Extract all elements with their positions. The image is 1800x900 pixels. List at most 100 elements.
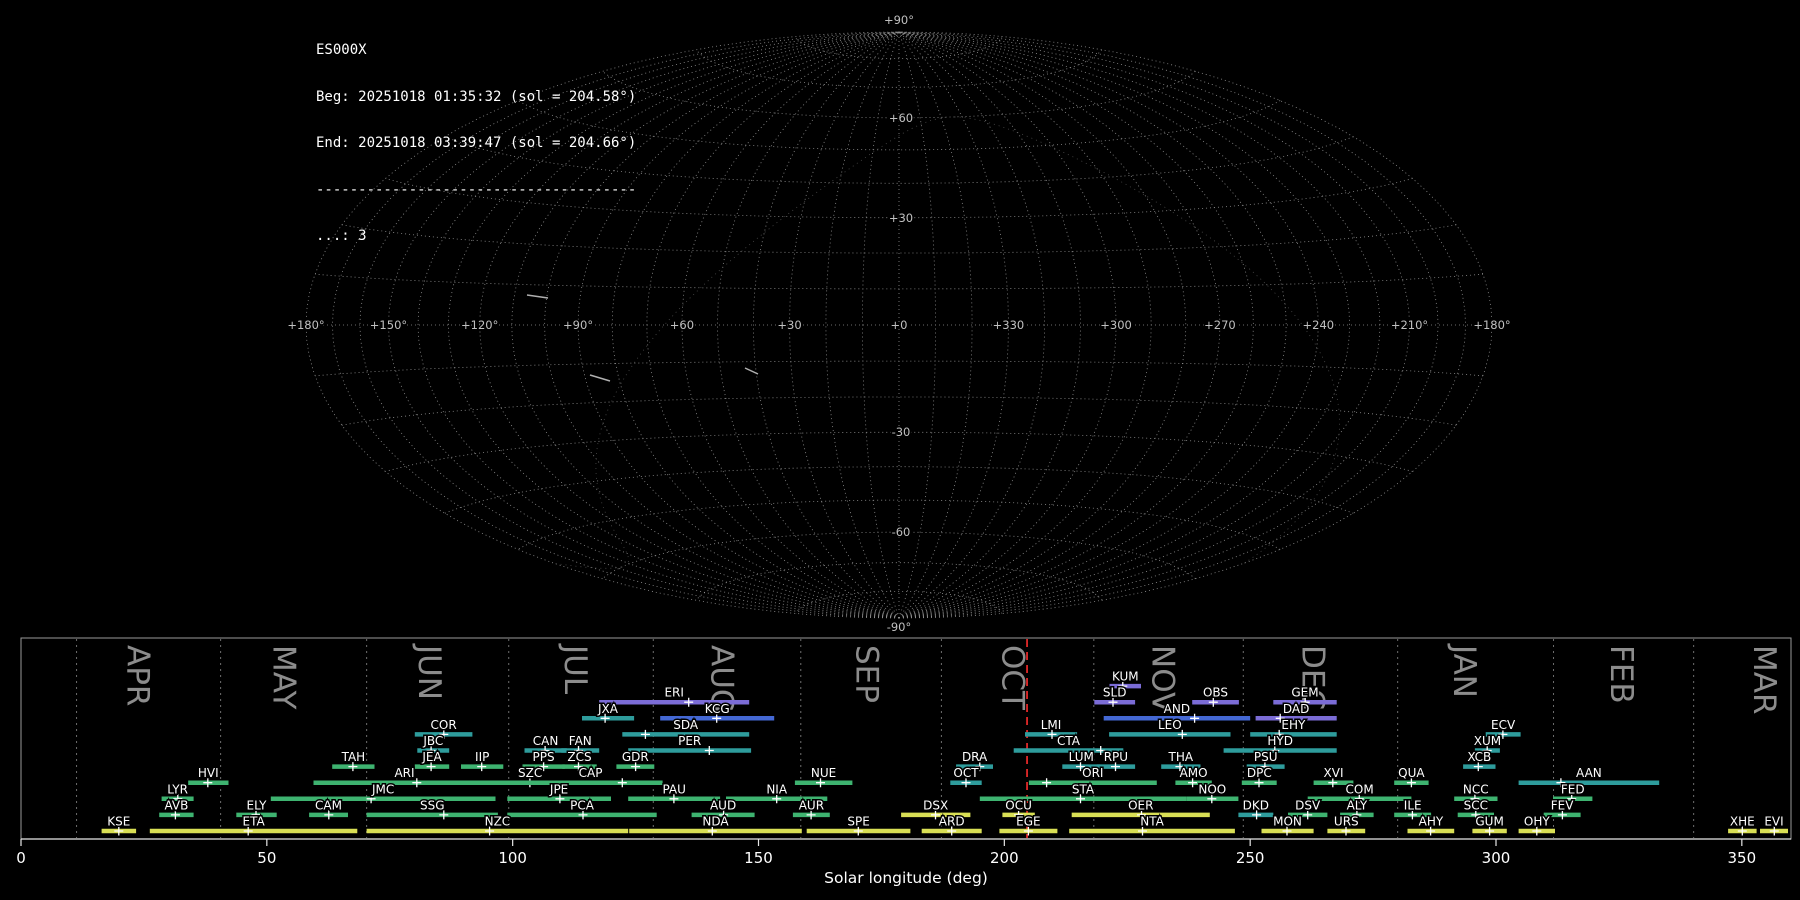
lon-label: +150°	[370, 318, 407, 332]
shower-label: THA	[1168, 750, 1194, 764]
shower-label: NDA	[702, 815, 729, 829]
separator-line: --------------------------------------	[316, 181, 637, 198]
shower-label: EHY	[1281, 718, 1306, 732]
end-time-line: End: 20251018 03:39:47 (sol = 204.66°)	[316, 135, 637, 151]
shower-label: JMC	[371, 782, 394, 796]
lon-label: +270	[1204, 318, 1236, 332]
shower-label: FEV	[1551, 798, 1574, 812]
grid-meridian	[898, 31, 1254, 619]
galactic-plane-line	[553, 116, 1341, 569]
shower-label: NOO	[1198, 782, 1226, 796]
shower-label: SDA	[673, 718, 699, 732]
shower-label: PPS	[533, 750, 555, 764]
shower-label: SSG	[420, 798, 445, 812]
axis-tick-label: 0	[16, 849, 26, 867]
month-label: FEB	[1603, 645, 1639, 704]
lon-label: +300	[1100, 318, 1132, 332]
shower-label: HVI	[198, 766, 219, 780]
lon-label: +180°	[287, 318, 324, 332]
shower-label: LEO	[1158, 718, 1182, 732]
axis-tick-label: 200	[990, 849, 1019, 867]
shower-label: AHY	[1419, 815, 1444, 829]
shower-label: LYR	[167, 782, 188, 796]
lon-label: +330	[993, 318, 1025, 332]
shower-peak-marker	[684, 697, 694, 707]
shower-label: KCG	[705, 702, 730, 716]
shower-label: LUM	[1069, 750, 1094, 764]
shower-label: AVB	[164, 798, 188, 812]
shower-label: ECV	[1491, 718, 1516, 732]
shower-label: FED	[1561, 782, 1585, 796]
shower-label: HYD	[1267, 734, 1293, 748]
shower-label: EVI	[1764, 815, 1783, 829]
shower-label: ELY	[246, 798, 267, 812]
lat-label: -30	[892, 425, 911, 439]
shower-label: PCA	[570, 798, 595, 812]
lon-label: +240	[1303, 318, 1335, 332]
pole-label-south: -90°	[887, 620, 912, 634]
shower-label: CAN	[533, 734, 559, 748]
shower-label: ERI	[664, 686, 683, 700]
shower-label: AAN	[1576, 766, 1602, 780]
shower-label: MON	[1273, 815, 1302, 829]
shower-label: CTA	[1057, 734, 1081, 748]
shower-label: ALY	[1347, 798, 1368, 812]
axis-tick-label: 100	[498, 849, 527, 867]
shower-label: PSU	[1254, 750, 1278, 764]
shower-label: OBS	[1203, 686, 1228, 700]
shower-label: JBC	[422, 734, 443, 748]
shower-label: AMO	[1180, 766, 1208, 780]
shower-label: NTA	[1140, 815, 1164, 829]
lon-label: +120°	[461, 318, 498, 332]
month-label: JUN	[411, 643, 447, 700]
shower-label: RPU	[1104, 750, 1128, 764]
begin-time-line: Beg: 20251018 01:35:32 (sol = 204.58°)	[316, 88, 637, 105]
shower-label: OCU	[1005, 798, 1032, 812]
grid-meridian	[789, 31, 900, 619]
plot-canvas: +180° +150° +120° +90° +60 +30 +0 +330 +300 +270 +…	[16, 13, 1792, 887]
lon-label: +60	[670, 318, 694, 332]
shower-peak-marker	[1190, 713, 1200, 723]
axis-tick-label: 350	[1728, 849, 1757, 867]
shower-label: DKD	[1243, 798, 1269, 812]
shower-label: JPE	[549, 782, 568, 796]
shower-label: EGE	[1016, 815, 1040, 829]
shower-label: OHY	[1524, 815, 1550, 829]
shower-peak-marker	[704, 746, 714, 755]
shower-label: PER	[678, 734, 701, 748]
month-label: APR	[120, 645, 156, 706]
shower-label: JXA	[597, 702, 619, 716]
shower-label: DSX	[923, 798, 948, 812]
shower-label: XUM	[1474, 734, 1501, 748]
pole-label-north: +90°	[884, 13, 914, 27]
observation-info-block: ES000X Beg: 20251018 01:35:32 (sol = 204…	[316, 12, 636, 276]
shower-label: AND	[1164, 702, 1190, 716]
shower-label: DAD	[1283, 702, 1309, 716]
month-label: MAY	[266, 645, 302, 710]
shower-label: OCT	[953, 766, 979, 780]
month-label: SEP	[849, 645, 885, 703]
shower-label: XVI	[1324, 766, 1344, 780]
month-label: OCT	[995, 645, 1031, 711]
shower-label: ARD	[939, 815, 965, 829]
shower-label: SPE	[847, 815, 869, 829]
shower-label: GDR	[622, 750, 649, 764]
shower-label: SLD	[1103, 686, 1127, 700]
grid-parallel	[795, 590, 1003, 614]
shower-label: DSV	[1295, 798, 1321, 812]
shower-label: ILE	[1404, 798, 1422, 812]
shower-label: XCB	[1467, 750, 1491, 764]
shower-label: NUE	[811, 766, 836, 780]
lon-label: +180°	[1473, 318, 1510, 332]
shower-label: ZCS	[567, 750, 591, 764]
axis-tick-label: 50	[257, 849, 276, 867]
shower-label: KSE	[107, 815, 130, 829]
shower-label: JEA	[421, 750, 442, 764]
axis-tick-label: 250	[1236, 849, 1265, 867]
shower-peak-marker	[1042, 778, 1052, 788]
shower-label: PAU	[662, 782, 685, 796]
shower-label: DRA	[962, 750, 988, 764]
grid-meridian	[898, 31, 1081, 619]
shower-label: ORI	[1082, 766, 1103, 780]
shower-label: CAM	[315, 798, 342, 812]
